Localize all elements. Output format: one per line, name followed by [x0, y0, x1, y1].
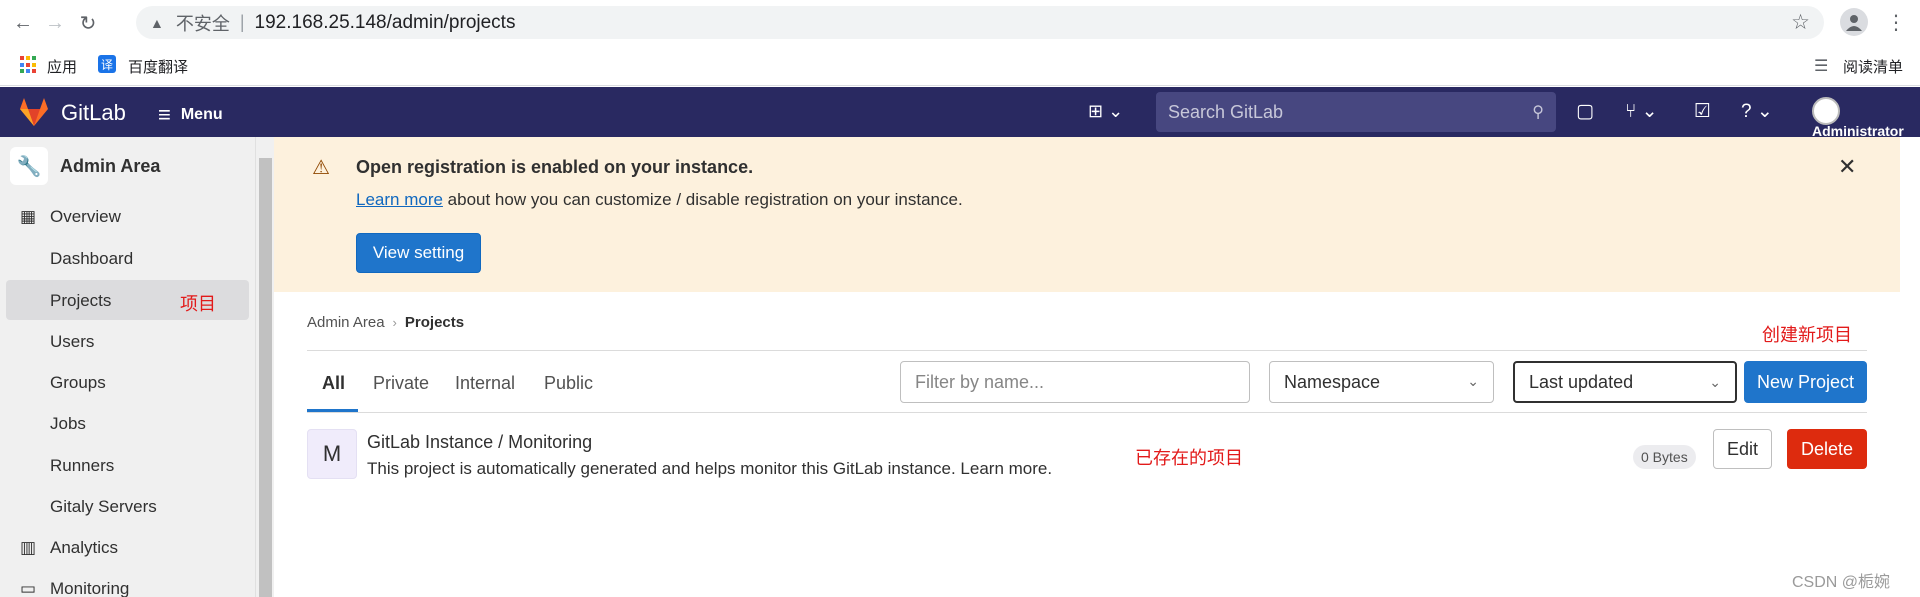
url-text: 192.168.25.148/admin/projects [254, 11, 516, 33]
namespace-dropdown[interactable]: Namespace ⌄ [1269, 361, 1494, 403]
profile-icon[interactable] [1840, 8, 1868, 36]
filter-by-name-input[interactable]: Filter by name... [900, 361, 1250, 403]
bookmark-star-icon[interactable]: ☆ [1791, 10, 1810, 35]
tab-all[interactable]: All [322, 373, 345, 394]
chevron-right-icon: › [392, 315, 397, 330]
monitoring-icon: ▭ [20, 579, 37, 597]
reading-list-icon: ☰ [1814, 58, 1829, 75]
tab-public[interactable]: Public [544, 373, 593, 394]
insecure-label: 不安全 [175, 13, 230, 34]
sidebar-item-jobs[interactable]: Jobs [50, 414, 86, 434]
issues-icon[interactable]: ▢ [1576, 100, 1594, 123]
sidebar-title: Admin Area [60, 155, 161, 176]
wrench-icon: 🔧 [10, 147, 48, 185]
namespace-label: Namespace [1284, 371, 1381, 392]
chevron-down-icon: ⌄ [1467, 373, 1479, 389]
sidebar-item-users[interactable]: Users [50, 332, 94, 352]
sidebar-header[interactable]: 🔧 Admin Area [10, 147, 160, 185]
alert-title: Open registration is enabled on your ins… [356, 157, 754, 177]
search-icon: ⚲ [1532, 104, 1544, 121]
warning-icon: ⚠ [312, 157, 330, 179]
sidebar-item-monitoring[interactable]: ▭ Monitoring [20, 579, 129, 597]
breadcrumb-current[interactable]: Projects [405, 314, 464, 331]
forward-icon[interactable]: → [42, 10, 68, 36]
sort-label: Last updated [1529, 371, 1634, 392]
search-placeholder: Search GitLab [1168, 101, 1284, 122]
close-icon[interactable]: ✕ [1838, 154, 1856, 180]
back-icon[interactable]: ← [10, 10, 36, 36]
project-avatar[interactable]: M [307, 429, 357, 479]
more-options-icon[interactable]: ⋮ [1886, 10, 1906, 35]
sidebar-item-analytics[interactable]: ▥ Analytics [20, 538, 118, 558]
divider [307, 350, 1867, 351]
edit-button[interactable]: Edit [1713, 429, 1772, 469]
todo-icon[interactable]: ☑ [1694, 100, 1711, 123]
divider [307, 412, 1867, 413]
apps-icon[interactable] [20, 56, 38, 74]
sidebar-item-overview[interactable]: ▦ Overview [20, 207, 121, 227]
sidebar-item-label: Monitoring [50, 579, 130, 597]
gitlab-brand[interactable]: GitLab [61, 100, 126, 126]
tab-private[interactable]: Private [373, 373, 429, 394]
sidebar-item-label: Overview [50, 207, 121, 226]
watermark: CSDN @栀婉 [1792, 574, 1891, 591]
sidebar-item-runners[interactable]: Runners [50, 456, 114, 476]
registration-alert: ⚠ Open registration is enabled on your i… [274, 137, 1900, 292]
bookmark-translate[interactable]: 百度翻译 [128, 56, 188, 77]
learn-more-link[interactable]: Learn more [356, 190, 443, 209]
breadcrumb: Admin Area › Projects [307, 314, 464, 331]
annotation-create-new: 创建新项目 [1762, 325, 1852, 345]
sort-dropdown[interactable]: Last updated ⌄ [1513, 361, 1737, 403]
address-bar[interactable]: ▲ 不安全 | 192.168.25.148/admin/projects ☆ [136, 6, 1824, 39]
sidebar-item-groups[interactable]: Groups [50, 373, 106, 393]
sidebar-item-projects[interactable]: Projects [50, 291, 111, 311]
annotation-projects: 项目 [180, 294, 216, 314]
translate-icon: 译 [98, 55, 116, 73]
menu-label: Menu [180, 106, 223, 123]
url-separator: | [239, 12, 245, 32]
warning-icon: ▲ [150, 14, 164, 31]
delete-button[interactable]: Delete [1787, 429, 1867, 469]
help-icon[interactable]: ? ⌄ [1741, 100, 1773, 123]
search-input[interactable]: Search GitLab ⚲ [1156, 92, 1556, 132]
gitlab-header: GitLab ≡ Menu ⊞ ⌄ Search GitLab ⚲ ▢ ⑂ ⌄ … [0, 87, 1920, 139]
alert-body-text: about how you can customize / disable re… [442, 190, 963, 209]
admin-sidebar: 🔧 Admin Area ▦ Overview Dashboard Projec… [0, 137, 256, 597]
browser-toolbar: ← → ↻ ▲ 不安全 | 192.168.25.148/admin/proje… [0, 0, 1920, 46]
chevron-down-icon: ⌄ [1709, 374, 1721, 390]
view-setting-button[interactable]: View setting [356, 233, 481, 273]
avatar[interactable] [1812, 97, 1840, 125]
hamburger-icon: ≡ [158, 102, 171, 127]
bookmark-reading-list[interactable]: 阅读清单 [1843, 56, 1903, 77]
new-project-button[interactable]: New Project [1744, 361, 1867, 403]
alert-body: Learn more about how you can customize /… [356, 190, 963, 210]
new-dropdown-icon[interactable]: ⊞ ⌄ [1088, 101, 1123, 122]
project-name-link[interactable]: GitLab Instance / Monitoring [367, 432, 592, 453]
merge-requests-icon[interactable]: ⑂ ⌄ [1625, 100, 1658, 123]
breadcrumb-admin-area[interactable]: Admin Area [307, 314, 385, 331]
reload-icon[interactable]: ↻ [75, 10, 101, 36]
annotation-existing: 已存在的项目 [1135, 448, 1243, 468]
bookmarks-bar: 应用 译 百度翻译 ☰ 阅读清单 [0, 46, 1920, 86]
gitlab-logo-icon[interactable] [18, 97, 50, 127]
sidebar-item-label: Analytics [50, 538, 119, 557]
sidebar-item-gitaly-servers[interactable]: Gitaly Servers [50, 497, 157, 517]
bookmark-apps[interactable]: 应用 [47, 56, 77, 77]
sidebar-item-dashboard[interactable]: Dashboard [50, 249, 133, 269]
analytics-icon: ▥ [20, 538, 37, 557]
sidebar-scrollbar-thumb[interactable] [259, 158, 272, 597]
project-size-badge: 0 Bytes [1633, 445, 1696, 469]
overview-icon: ▦ [20, 207, 37, 226]
menu-button[interactable]: ≡ Menu [158, 102, 223, 128]
tab-internal[interactable]: Internal [455, 373, 515, 394]
project-description: This project is automatically generated … [367, 459, 1053, 478]
